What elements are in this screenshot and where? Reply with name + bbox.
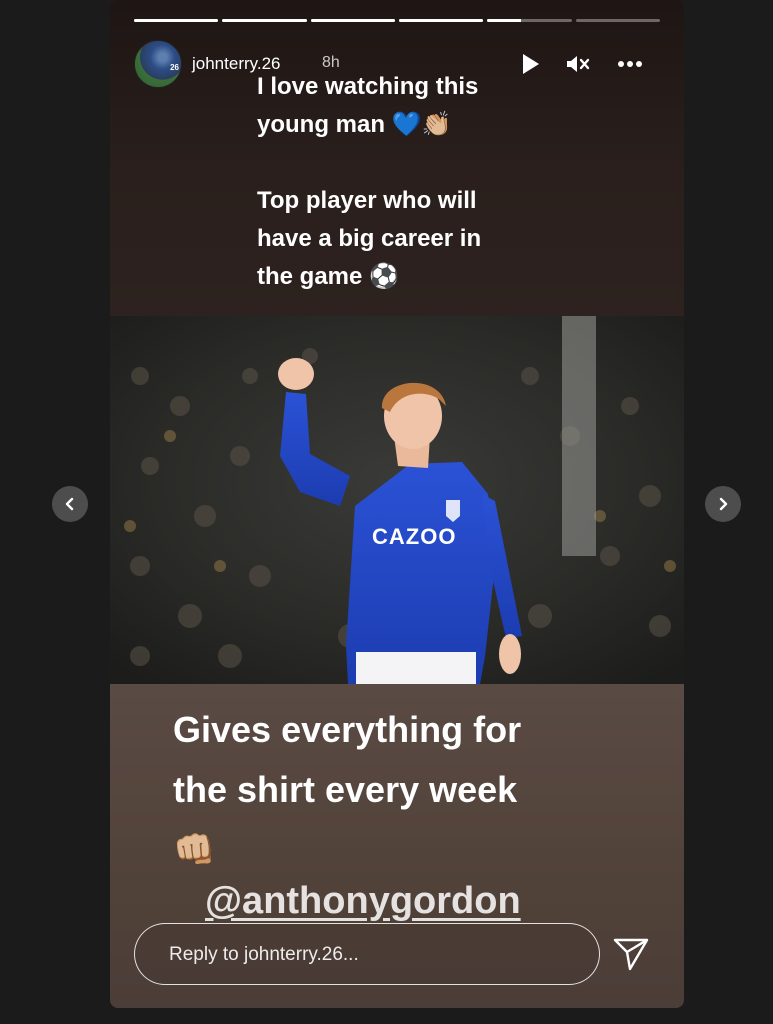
story-progress-fill bbox=[398, 19, 484, 22]
next-story-button[interactable] bbox=[705, 486, 741, 522]
story-progress-bar bbox=[134, 0, 660, 30]
caption-line: the shirt every week bbox=[173, 769, 518, 810]
caption-line: the game ⚽ bbox=[257, 263, 399, 290]
send-icon bbox=[613, 938, 649, 971]
story-progress-fill bbox=[222, 19, 307, 22]
more-horizontal-icon bbox=[618, 61, 642, 67]
story-caption-top: I love watching this young man 💙👏🏼 Top p… bbox=[257, 68, 597, 296]
chevron-left-icon bbox=[65, 497, 74, 511]
story-progress-segment bbox=[222, 19, 307, 22]
previous-story-button[interactable] bbox=[52, 486, 88, 522]
avatar[interactable]: 26 bbox=[134, 40, 182, 88]
story-progress-segment bbox=[134, 19, 219, 22]
more-options-button[interactable] bbox=[616, 50, 644, 78]
reply-input[interactable] bbox=[167, 938, 571, 972]
caption-line: I love watching this bbox=[257, 73, 479, 100]
story-progress-segment bbox=[575, 19, 660, 22]
caption-line: Gives everything for bbox=[173, 709, 522, 750]
chevron-right-icon bbox=[719, 497, 728, 511]
story-progress-fill bbox=[134, 19, 219, 22]
fist-emoji: 👊🏼 bbox=[173, 831, 216, 869]
mention-link[interactable]: @anthonygordon bbox=[205, 880, 521, 923]
caption-line: young man 💙👏🏼 bbox=[257, 111, 452, 138]
send-button[interactable] bbox=[612, 936, 650, 972]
reply-field-container bbox=[134, 923, 600, 985]
story-progress-fill bbox=[487, 19, 522, 22]
story-progress-fill bbox=[310, 19, 395, 22]
player-photo: CAZOO bbox=[110, 316, 684, 684]
caption-line: Top player who will bbox=[257, 187, 477, 214]
caption-line: have a big career in bbox=[257, 225, 482, 252]
story-progress-segment bbox=[487, 19, 572, 22]
shirt-sponsor-text: CAZOO bbox=[372, 524, 456, 549]
story-caption-bottom: Gives everything for the shirt every wee… bbox=[173, 700, 643, 880]
story-progress-segment bbox=[398, 19, 484, 22]
story-progress-segment bbox=[310, 19, 395, 22]
avatar-shirt-number: 26 bbox=[170, 63, 179, 72]
